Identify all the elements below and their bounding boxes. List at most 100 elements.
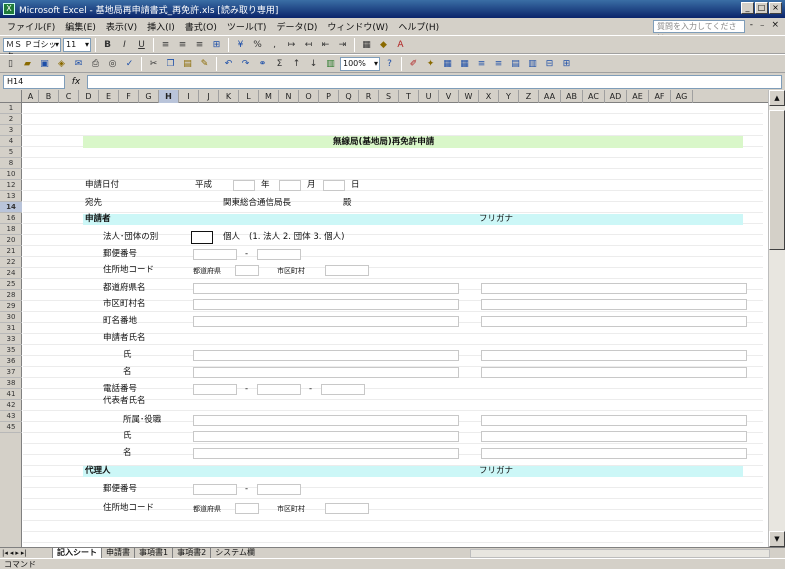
drawing-icon[interactable]: ✐ [406,56,421,71]
row-header-3[interactable]: 3 [0,125,22,136]
postal-code-1-input[interactable] [193,249,237,260]
sort-desc-icon[interactable]: ↓ [306,56,321,71]
column-header-w[interactable]: W [459,90,479,103]
column-header-b[interactable]: B [39,90,59,103]
street-input[interactable] [193,316,459,327]
name-box[interactable]: H14 [3,74,65,89]
agent-prefecture-code-input[interactable] [235,503,259,514]
menu-edit[interactable]: 編集(E) [60,20,101,33]
column-header-r[interactable]: R [359,90,379,103]
cut-icon[interactable]: ✂ [146,56,161,71]
agent-postal-1-input[interactable] [193,484,237,495]
hyperlink-icon[interactable]: ⚭ [255,56,270,71]
row-header-10[interactable]: 10 [0,169,22,180]
row-header-4[interactable]: 4 [0,136,22,147]
prev-sheet-icon[interactable]: ◂ [10,549,14,557]
rep-given-input[interactable] [193,448,459,459]
toolbar-extra-icon[interactable]: ✦ [423,56,438,71]
prefecture-furigana-input[interactable] [481,283,747,294]
scroll-up-icon[interactable]: ▲ [769,90,785,106]
row-header-37[interactable]: 37 [0,367,22,378]
permission-icon[interactable]: ◈ [54,56,69,71]
row-header-38[interactable]: 38 [0,378,22,389]
row-header-45[interactable]: 45 [0,422,22,433]
column-header-e[interactable]: E [99,90,119,103]
given-name-furigana-input[interactable] [481,367,747,378]
scroll-down-icon[interactable]: ▼ [769,531,785,547]
column-header-n[interactable]: N [279,90,299,103]
new-icon[interactable]: ▯ [3,56,18,71]
phone-3-input[interactable] [321,384,365,395]
column-header-ac[interactable]: AC [583,90,605,103]
row-header-20[interactable]: 20 [0,235,22,246]
font-name-select[interactable]: ＭＳ Ｐゴシック [3,37,61,61]
column-header-p[interactable]: P [319,90,339,103]
help-search-input[interactable]: 質問を入力してください [653,20,745,42]
row-header-12[interactable]: 12 [0,180,22,191]
toolbar-extra-icon[interactable]: ≡ [491,56,506,71]
row-header-16[interactable]: 16 [0,213,22,224]
row-header-24[interactable]: 24 [0,268,22,279]
column-header-d[interactable]: D [79,90,99,103]
row-header-28[interactable]: 28 [0,290,22,301]
spelling-icon[interactable]: ✓ [122,56,137,71]
align-right-icon[interactable]: ≡ [192,37,207,52]
toolbar-extra-icon[interactable]: ⊟ [542,56,557,71]
prefecture-code-input[interactable] [235,265,259,276]
menu-window[interactable]: ウィンドウ(W) [322,20,393,33]
workbook-controls[interactable]: - ₋ × [750,20,781,30]
surname-furigana-input[interactable] [481,350,747,361]
toolbar-extra-icon[interactable]: ▦ [440,56,455,71]
column-header-f[interactable]: F [119,90,139,103]
prefecture-name-input[interactable] [193,283,459,294]
row-header-30[interactable]: 30 [0,312,22,323]
save-icon[interactable]: ▣ [37,56,52,71]
column-header-m[interactable]: M [259,90,279,103]
excel-app-icon[interactable]: X [3,3,15,15]
surname-input[interactable] [193,350,459,361]
scroll-thumb[interactable] [769,110,785,250]
fx-icon[interactable]: fx [65,77,87,87]
column-header-ae[interactable]: AE [627,90,649,103]
column-header-l[interactable]: L [239,90,259,103]
position-furigana-input[interactable] [481,415,747,426]
row-header-5[interactable]: 5 [0,147,22,158]
day-input[interactable] [323,180,345,191]
close-button[interactable]: × [769,2,782,14]
toolbar-extra-icon[interactable]: ≡ [474,56,489,71]
menu-tools[interactable]: ツール(T) [222,20,272,33]
redo-icon[interactable]: ↷ [238,56,253,71]
column-header-j[interactable]: J [199,90,219,103]
row-header-8[interactable]: 8 [0,158,22,169]
rep-surname-furigana-input[interactable] [481,431,747,442]
horizontal-scrollbar[interactable] [470,549,770,558]
row-header-21[interactable]: 21 [0,246,22,257]
maximize-button[interactable]: □ [755,2,768,14]
column-header-ad[interactable]: AD [605,90,627,103]
column-header-q[interactable]: Q [339,90,359,103]
column-header-z[interactable]: Z [519,90,539,103]
last-sheet-icon[interactable]: ▸| [21,549,27,557]
row-header-42[interactable]: 42 [0,400,22,411]
format-painter-icon[interactable]: ✎ [197,56,212,71]
sort-asc-icon[interactable]: ↑ [289,56,304,71]
city-furigana-input[interactable] [481,299,747,310]
postal-code-2-input[interactable] [257,249,301,260]
help-icon[interactable]: ? [382,56,397,71]
borders-icon[interactable]: ▦ [359,37,374,52]
tab-details-1[interactable]: 事項書1 [134,548,172,558]
given-name-input[interactable] [193,367,459,378]
open-icon[interactable]: ▰ [20,56,35,71]
column-header-ag[interactable]: AG [671,90,693,103]
row-header-31[interactable]: 31 [0,323,22,334]
paste-icon[interactable]: ▤ [180,56,195,71]
print-preview-icon[interactable]: ◎ [105,56,120,71]
zoom-select[interactable]: 100% [340,56,380,71]
autosum-icon[interactable]: Σ [272,56,287,71]
decrease-decimal-icon[interactable]: ↤ [301,37,316,52]
column-header-y[interactable]: Y [499,90,519,103]
column-header-u[interactable]: U [419,90,439,103]
tab-entry-sheet[interactable]: 記入シート [52,548,101,558]
formula-input[interactable] [87,74,782,89]
comma-icon[interactable]: , [267,37,282,52]
